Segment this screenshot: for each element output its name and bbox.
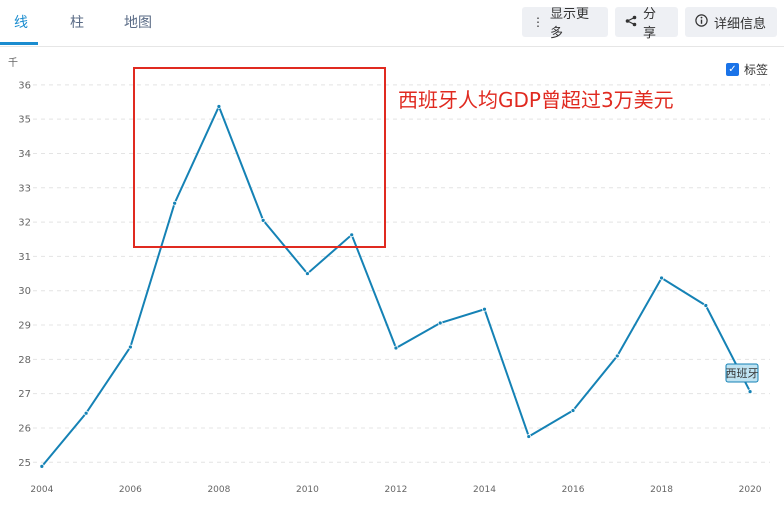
y-tick-label: 26 xyxy=(18,423,31,434)
y-axis-unit-label: 千 xyxy=(8,57,18,69)
y-tick-label: 34 xyxy=(18,149,31,160)
data-point[interactable] xyxy=(437,320,443,326)
data-point[interactable] xyxy=(659,275,664,281)
data-point[interactable] xyxy=(83,410,89,416)
data-point[interactable] xyxy=(127,344,133,350)
y-tick-label: 32 xyxy=(18,218,31,229)
data-point[interactable] xyxy=(614,353,620,359)
data-point[interactable] xyxy=(172,200,178,206)
y-tick-label: 30 xyxy=(18,286,31,297)
line-chart: 千 25 26 27 28 29 30 31 32 33 34 35 36 2004 2006 2008 2… xyxy=(8,57,770,495)
data-point[interactable] xyxy=(216,104,222,109)
data-point[interactable] xyxy=(747,389,753,394)
y-tick-label: 27 xyxy=(18,389,31,400)
x-tick-label: 2016 xyxy=(562,485,585,495)
x-tick-label: 2018 xyxy=(650,485,673,495)
x-tick-label: 2006 xyxy=(119,485,142,495)
y-tick-label: 25 xyxy=(18,458,31,469)
y-tick-label: 31 xyxy=(18,252,31,263)
annotation-text: 西班牙人均GDP曾超过3万美元 xyxy=(398,88,674,112)
x-tick-label: 2008 xyxy=(207,485,230,495)
x-tick-label: 2012 xyxy=(385,485,408,495)
data-point[interactable] xyxy=(349,232,355,238)
data-point[interactable] xyxy=(526,434,532,439)
data-point[interactable] xyxy=(260,217,266,223)
y-tick-label: 35 xyxy=(18,115,31,126)
series-end-label: 西班牙 xyxy=(726,367,759,380)
x-tick-label: 2020 xyxy=(739,485,762,495)
data-point[interactable] xyxy=(393,345,399,351)
x-tick-label: 2014 xyxy=(473,485,496,495)
x-tick-label: 2004 xyxy=(30,485,53,495)
data-point[interactable] xyxy=(305,271,310,276)
data-point[interactable] xyxy=(703,303,709,308)
y-tick-label: 36 xyxy=(18,80,31,91)
y-tick-label: 29 xyxy=(18,321,31,332)
data-point[interactable] xyxy=(570,408,576,413)
y-tick-label: 28 xyxy=(18,355,31,366)
y-tick-label: 33 xyxy=(18,183,31,194)
data-point[interactable] xyxy=(482,306,487,312)
highlight-box xyxy=(133,67,386,248)
series-line-spain xyxy=(41,103,751,468)
data-point[interactable] xyxy=(39,463,45,469)
x-tick-label: 2010 xyxy=(296,485,319,495)
